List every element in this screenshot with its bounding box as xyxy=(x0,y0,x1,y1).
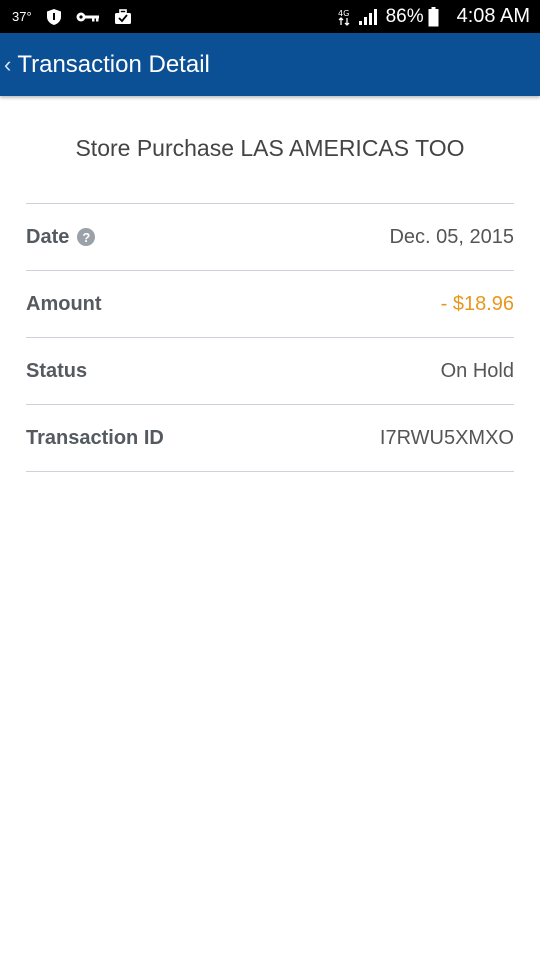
battery-percent-text: 86% xyxy=(386,6,424,28)
back-button[interactable]: ‹ Transaction Detail xyxy=(0,33,210,96)
date-label-group: Date ? xyxy=(26,226,95,249)
status-bar: 37° 4G 86% 4:08 AM xyxy=(0,0,540,33)
status-bar-right: 4G 86% 4:08 AM xyxy=(338,5,530,28)
date-value: Dec. 05, 2015 xyxy=(389,226,514,249)
data-transfer-icon: 4G xyxy=(338,8,350,26)
svg-text:4G: 4G xyxy=(338,9,349,18)
battery-icon xyxy=(428,7,439,27)
chevron-left-icon: ‹ xyxy=(4,54,11,76)
date-label: Date xyxy=(26,226,69,249)
transaction-id-value: I7RWU5XMXO xyxy=(380,427,514,450)
amount-label: Amount xyxy=(26,293,102,316)
detail-row-status: Status On Hold xyxy=(26,338,514,405)
app-bar: ‹ Transaction Detail xyxy=(0,33,540,96)
detail-row-amount: Amount - $18.96 xyxy=(26,271,514,338)
detail-row-transaction-id: Transaction ID I7RWU5XMXO xyxy=(26,405,514,472)
status-value: On Hold xyxy=(441,360,514,383)
detail-row-date: Date ? Dec. 05, 2015 xyxy=(26,204,514,271)
transaction-details-list: Date ? Dec. 05, 2015 Amount - $18.96 Sta… xyxy=(26,203,514,472)
shield-icon xyxy=(46,8,62,26)
briefcase-icon xyxy=(114,9,132,25)
signal-icon xyxy=(358,8,378,26)
amount-value: - $18.96 xyxy=(441,293,514,316)
status-label: Status xyxy=(26,360,87,383)
page-title: Transaction Detail xyxy=(17,51,210,79)
status-bar-left: 37° xyxy=(12,8,146,26)
transaction-id-label: Transaction ID xyxy=(26,427,164,450)
key-icon xyxy=(76,11,100,23)
clock-text: 4:08 AM xyxy=(457,5,530,28)
help-icon[interactable]: ? xyxy=(77,228,95,246)
temperature-text: 37° xyxy=(12,9,32,24)
merchant-name: Store Purchase LAS AMERICAS TOO xyxy=(0,135,540,162)
